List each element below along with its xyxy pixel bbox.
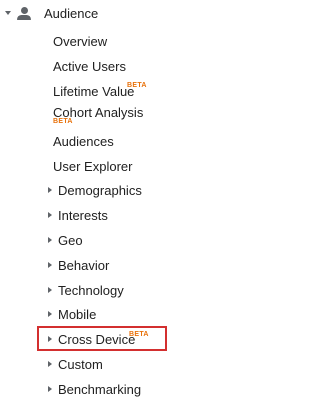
chevron-right-icon — [48, 386, 52, 392]
nav-item-label: Geo — [58, 233, 83, 248]
beta-badge: BETA — [53, 118, 73, 125]
nav-item-label: Custom — [58, 357, 103, 372]
chevron-right-icon — [48, 187, 52, 193]
highlight-box — [37, 326, 167, 351]
nav-item-active-users[interactable]: Active Users — [0, 59, 305, 81]
nav-item-label: Active Users — [53, 59, 126, 74]
nav-item-label: Audiences — [53, 134, 114, 149]
chevron-right-icon — [48, 311, 52, 317]
nav-item-label: Demographics — [58, 183, 142, 198]
nav-item-label: Lifetime Value — [53, 84, 135, 99]
nav-item-label: User Explorer — [53, 159, 133, 174]
audience-section-header[interactable]: Audience — [0, 0, 305, 29]
chevron-right-icon — [48, 262, 52, 268]
nav-group-interests[interactable]: Interests — [0, 208, 305, 230]
nav-item-label: Mobile — [58, 307, 97, 322]
nav-item-label: Technology — [58, 283, 124, 298]
nav-group-behavior[interactable]: Behavior — [0, 258, 305, 280]
nav-item-cohort-analysis[interactable]: Cohort Analysis BETA — [0, 105, 305, 133]
nav-group-benchmarking[interactable]: Benchmarking — [0, 382, 305, 400]
nav-item-label: Behavior — [58, 258, 110, 273]
nav-item-audiences[interactable]: Audiences — [0, 134, 305, 156]
person-icon — [17, 7, 31, 21]
nav-item-lifetime-value[interactable]: Lifetime Value BETA — [0, 82, 305, 106]
nav-item-label: Benchmarking — [58, 382, 142, 397]
nav-item-overview[interactable]: Overview — [0, 34, 305, 56]
audience-label: Audience — [44, 6, 99, 21]
nav-group-technology[interactable]: Technology — [0, 283, 305, 305]
nav-item-user-explorer[interactable]: User Explorer — [0, 159, 305, 181]
nav-item-label: Overview — [53, 34, 108, 49]
chevron-right-icon — [48, 361, 52, 367]
chevron-right-icon — [48, 237, 52, 243]
nav-group-custom[interactable]: Custom — [0, 357, 305, 379]
nav-group-geo[interactable]: Geo — [0, 233, 305, 255]
nav-item-label: Interests — [58, 208, 108, 223]
chevron-right-icon — [48, 212, 52, 218]
chevron-right-icon — [48, 287, 52, 293]
caret-down-icon[interactable] — [5, 11, 11, 15]
beta-badge: BETA — [127, 82, 147, 89]
nav-group-demographics[interactable]: Demographics — [0, 183, 305, 205]
